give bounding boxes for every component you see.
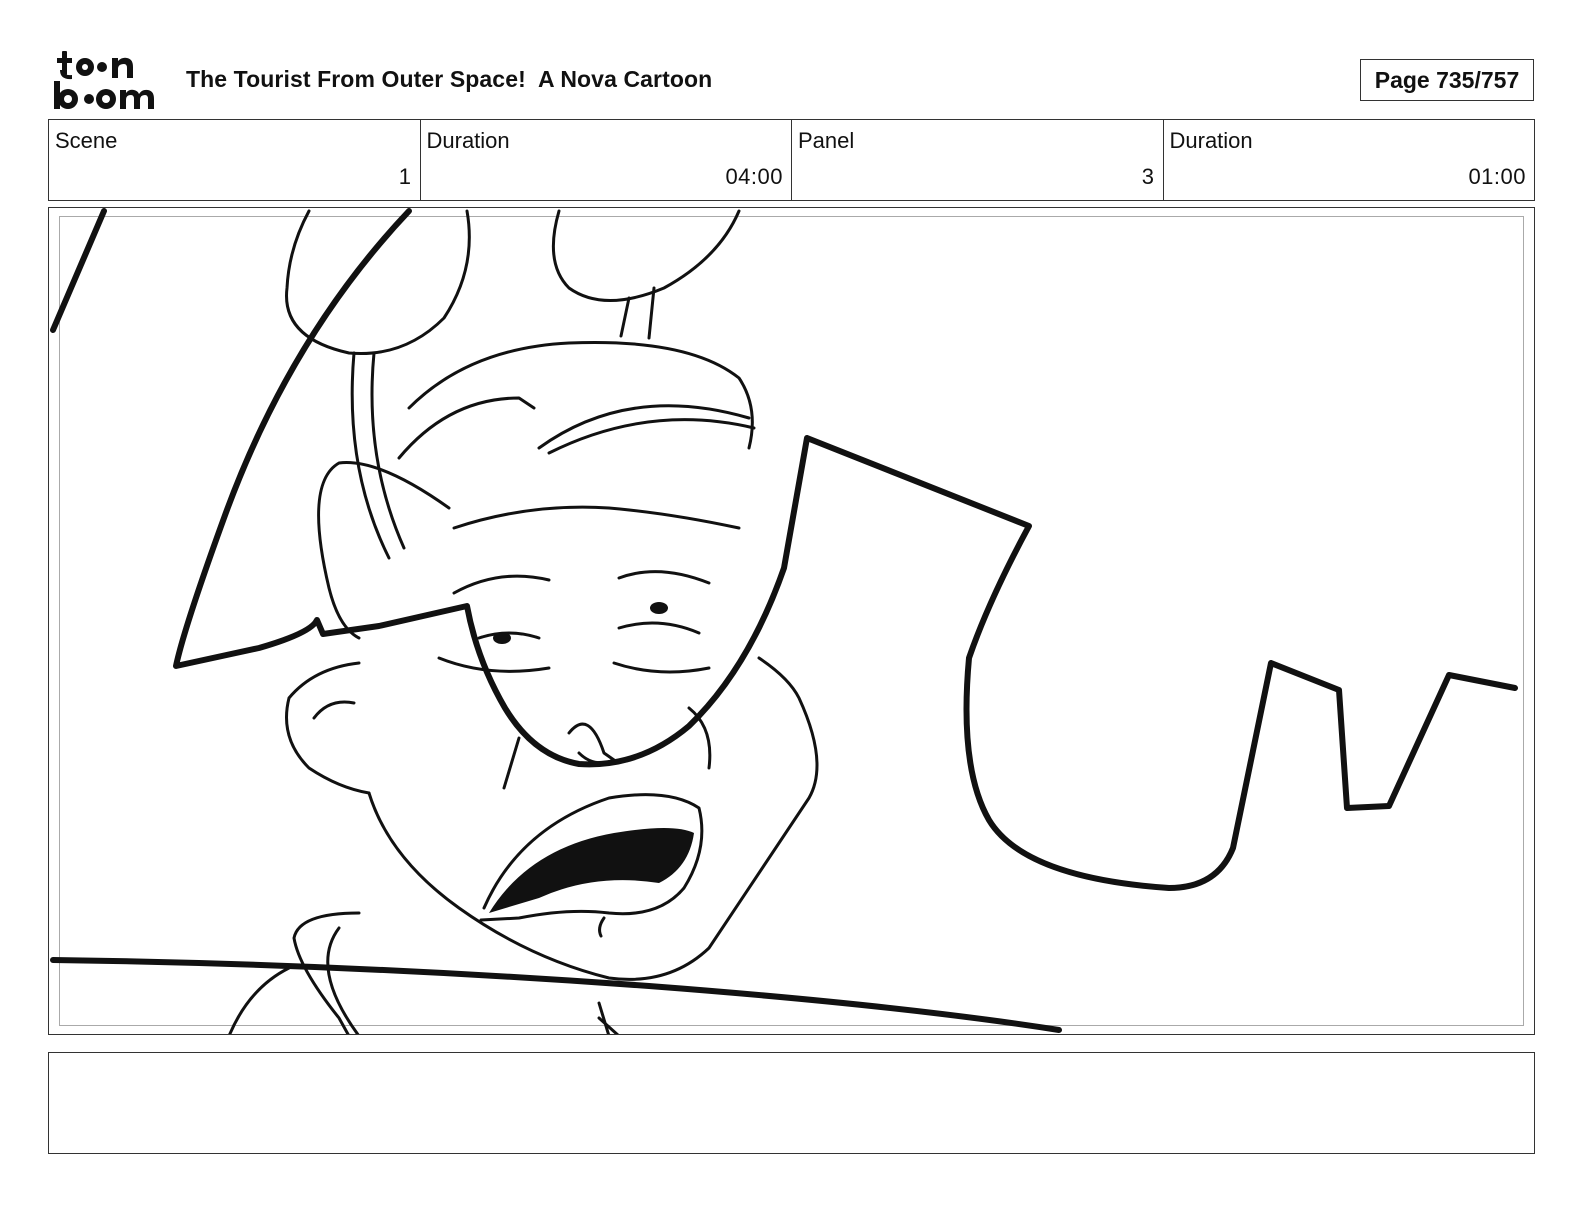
panel-cell: Panel 3 (792, 120, 1164, 200)
scene-duration-cell: Duration 04:00 (421, 120, 792, 200)
panel-label: Panel (798, 128, 855, 153)
panel-duration-value: 01:00 (1468, 164, 1526, 189)
toon-boom-logo (52, 48, 164, 112)
document-title: The Tourist From Outer Space! A Nova Car… (186, 66, 713, 92)
scene-duration-value: 04:00 (725, 164, 783, 189)
scene-duration-label: Duration (426, 128, 510, 153)
scene-value: 1 (398, 164, 412, 189)
panel-duration-label: Duration (1169, 128, 1253, 153)
storyboard-sketch (50, 208, 1518, 1034)
panel-duration-cell: Duration 01:00 (1164, 120, 1535, 200)
scene-info-table: Scene 1 Duration 04:00 Panel 3 Duration … (48, 119, 1535, 201)
scene-cell: Scene 1 (49, 120, 421, 200)
page-counter: Page 735/757 (1360, 59, 1534, 101)
page-counter-label: Page 735/757 (1374, 66, 1520, 93)
toon-boom-logo-icon (54, 51, 154, 109)
panel-notes-box (48, 1052, 1535, 1154)
storyboard-panel (48, 207, 1535, 1035)
panel-value: 3 (1141, 164, 1155, 189)
scene-label: Scene (55, 128, 118, 153)
